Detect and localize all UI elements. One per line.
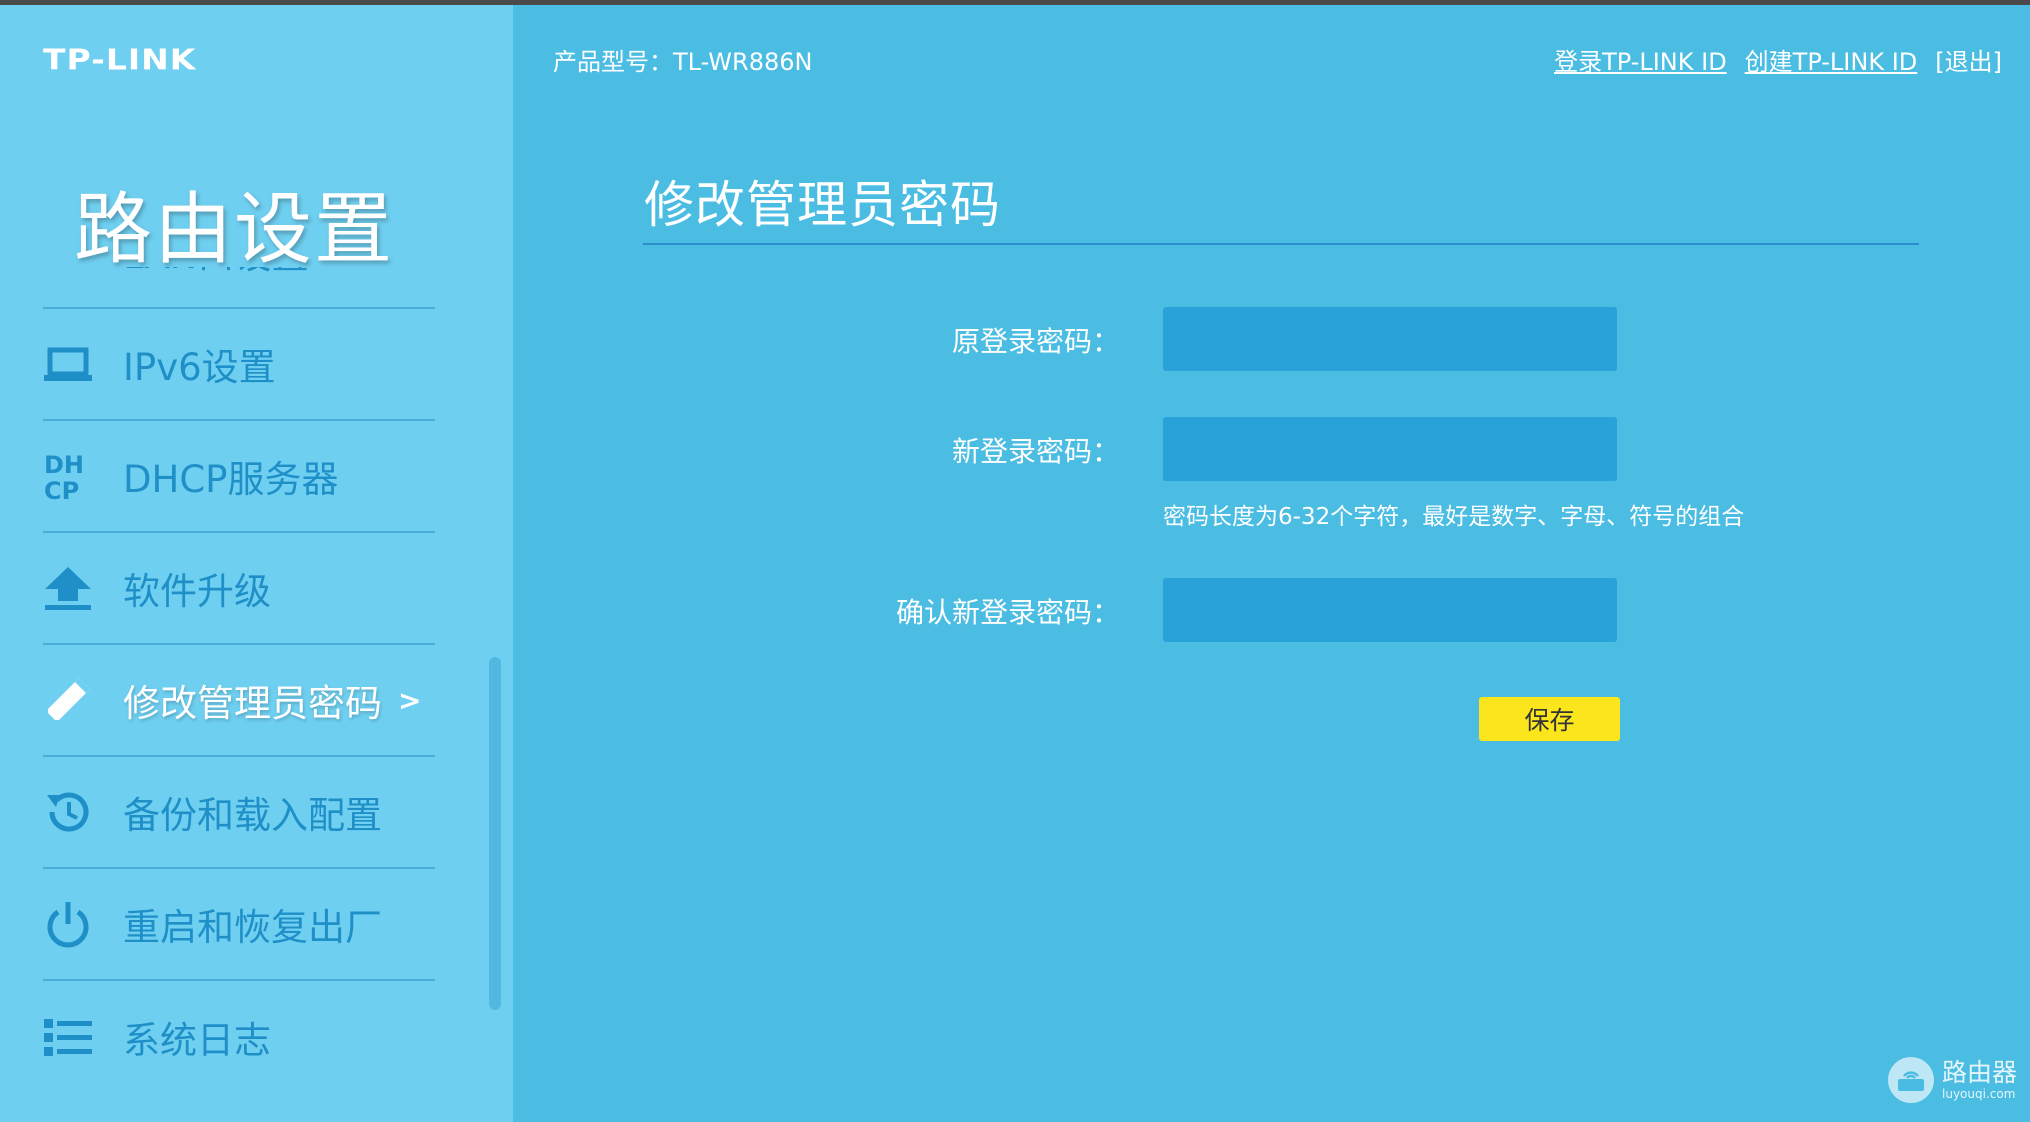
svg-text:DH: DH — [44, 451, 84, 479]
history-icon — [43, 787, 93, 837]
login-tplink-id-link[interactable]: 登录TP-LINK ID — [1554, 42, 1727, 77]
product-model-prefix: 产品型号： — [553, 48, 673, 76]
title-divider — [643, 243, 1919, 245]
dhcp-icon: DH CP — [43, 451, 93, 503]
sidebar-item-label: 备份和载入配置 — [123, 794, 382, 837]
router-logo-icon — [1888, 1057, 1934, 1103]
sidebar-item-backup-restore[interactable]: 备份和载入配置 — [43, 757, 435, 869]
old-password-input[interactable] — [1163, 307, 1617, 371]
list-icon — [43, 1012, 93, 1062]
sidebar-item-ipv6[interactable]: IPv6设置 — [43, 309, 435, 421]
sidebar-item-dhcp[interactable]: DH CP DHCP服务器 — [43, 421, 435, 533]
product-model-value: TL-WR886N — [673, 48, 813, 76]
sidebar-item-lan[interactable]: LAN口设置 — [43, 267, 435, 309]
sidebar-scrollbar[interactable] — [489, 657, 501, 1010]
watermark-text: 路由器 — [1942, 1058, 2018, 1087]
confirm-password-input[interactable] — [1163, 578, 1617, 642]
product-model: 产品型号：TL-WR886N — [553, 42, 812, 77]
create-tplink-id-link[interactable]: 创建TP-LINK ID — [1745, 42, 1918, 77]
sidebar-item-reboot-reset[interactable]: 重启和恢复出厂 — [43, 869, 435, 981]
laptop-icon — [43, 339, 93, 389]
password-hint: 密码长度为6-32个字符，最好是数字、字母、符号的组合 — [1163, 504, 1745, 530]
chevron-right-icon: > — [398, 683, 422, 717]
upload-arrow-icon — [43, 563, 93, 613]
sidebar-item-label: IPv6设置 — [123, 346, 276, 389]
new-password-label: 新登录密码： — [951, 435, 1120, 468]
sidebar-item-label: LAN口设置 — [123, 267, 308, 279]
sidebar-item-change-admin-password[interactable]: 修改管理员密码 > — [43, 645, 435, 757]
new-password-input[interactable] — [1163, 417, 1617, 481]
power-icon — [43, 899, 93, 949]
old-password-label: 原登录密码： — [951, 325, 1120, 358]
svg-text:CP: CP — [44, 477, 79, 503]
sidebar: TP-LINK 路由设置 LAN口设置 IPv6设置 — [0, 5, 513, 1122]
sidebar-item-label: 重启和恢复出厂 — [123, 906, 382, 949]
sidebar-item-system-log[interactable]: 系统日志 — [43, 981, 435, 1093]
lan-port-icon — [43, 267, 93, 277]
sidebar-item-label: 系统日志 — [123, 1019, 271, 1062]
sidebar-item-label: 软件升级 — [123, 570, 271, 613]
tp-link-logo: TP-LINK — [43, 43, 197, 77]
sidebar-item-label: 修改管理员密码 — [123, 682, 382, 725]
header-links: 登录TP-LINK ID 创建TP-LINK ID [退出] — [1554, 42, 2002, 77]
logout-link[interactable]: [退出] — [1935, 42, 2002, 77]
watermark-url: luyouqi.com — [1942, 1087, 2016, 1101]
pencil-icon — [43, 675, 93, 725]
sidebar-item-firmware-upgrade[interactable]: 软件升级 — [43, 533, 435, 645]
save-button[interactable]: 保存 — [1479, 697, 1620, 741]
sidebar-item-label: DHCP服务器 — [123, 458, 339, 501]
sidebar-title: 路由设置 — [74, 185, 395, 275]
confirm-password-label: 确认新登录密码： — [895, 596, 1120, 629]
page-title: 修改管理员密码 — [644, 176, 1001, 234]
watermark: 路由器 luyouqi.com — [1888, 1057, 2017, 1103]
sidebar-menu: LAN口设置 IPv6设置 DHCP DHCP服务器 — [43, 267, 435, 1122]
